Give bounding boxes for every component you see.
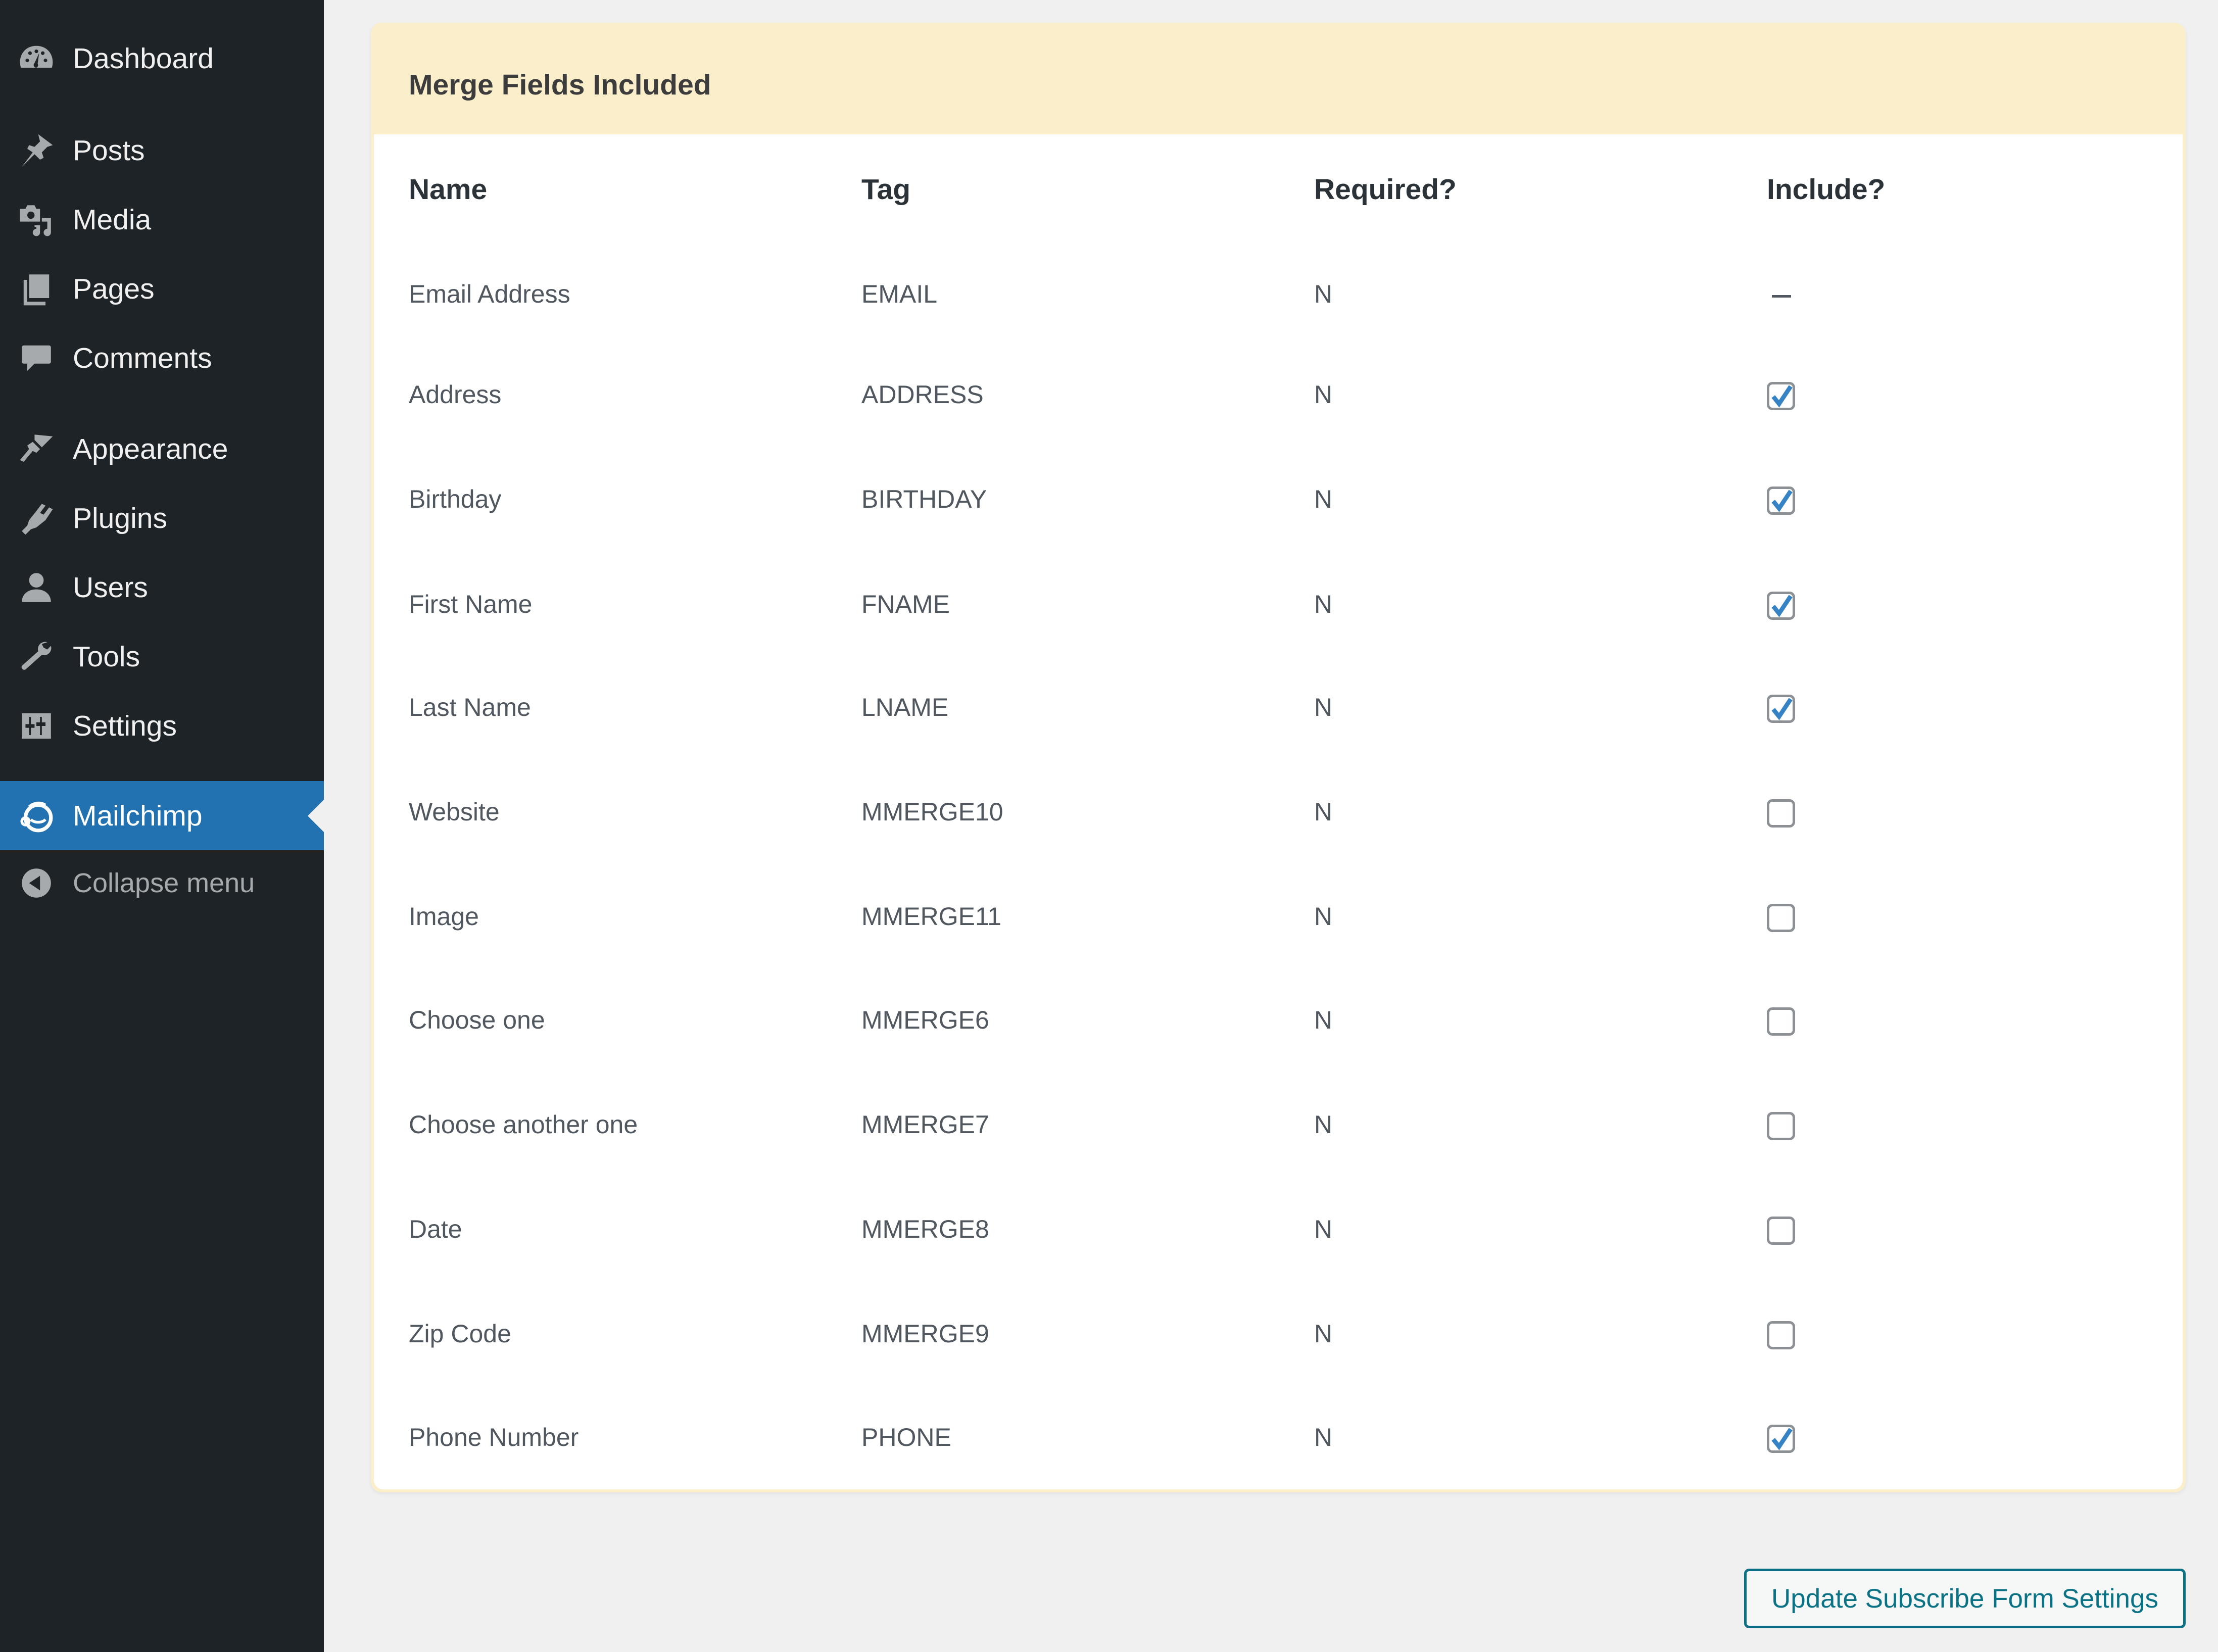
field-tag: MMERGE7 [861, 1110, 989, 1139]
media-icon [17, 201, 56, 239]
include-checkbox[interactable] [1767, 1321, 1795, 1349]
field-required: N [1314, 590, 1333, 618]
field-tag: PHONE [861, 1423, 951, 1451]
field-name: Date [409, 1215, 462, 1243]
field-tag: EMAIL [861, 280, 938, 308]
include-checkbox[interactable] [1767, 799, 1795, 828]
include-checkbox[interactable] [1767, 1112, 1795, 1140]
include-checkbox[interactable] [1767, 1217, 1795, 1245]
sidebar-item-comments[interactable]: Comments [0, 323, 324, 393]
sidebar-item-pages[interactable]: Pages [0, 254, 324, 323]
field-tag: MMERGE10 [861, 798, 1003, 826]
field-name: Email Address [409, 280, 570, 308]
pages-icon [17, 270, 56, 308]
field-tag: BIRTHDAY [861, 485, 987, 513]
plugin-icon [17, 499, 56, 538]
field-name: Image [409, 902, 479, 931]
column-header-tag: Tag [861, 173, 911, 206]
merge-fields-table: Name Tag Required? Include? Email Address EMA… [374, 134, 2183, 1489]
include-checkbox[interactable] [1767, 487, 1795, 515]
field-required: N [1314, 1423, 1333, 1451]
field-tag: LNAME [861, 693, 949, 721]
field-required: N [1314, 798, 1333, 826]
field-required: N [1314, 1110, 1333, 1139]
include-locked-dash [1772, 295, 1791, 298]
field-name: Zip Code [409, 1320, 511, 1348]
field-name: First Name [409, 590, 533, 618]
include-checkbox[interactable] [1767, 592, 1795, 620]
settings-sliders-icon [17, 707, 56, 745]
column-header-include: Include? [1767, 173, 1886, 206]
sidebar-item-mailchimp[interactable]: Mailchimp [0, 781, 324, 850]
sidebar-item-media[interactable]: Media [0, 185, 324, 254]
field-tag: MMERGE8 [861, 1215, 989, 1243]
pushpin-icon [17, 131, 56, 170]
column-header-required: Required? [1314, 173, 1457, 206]
sidebar-item-label: Comments [73, 342, 212, 374]
field-name: Choose one [409, 1006, 545, 1034]
sidebar-item-label: Plugins [73, 502, 167, 535]
include-checkbox[interactable] [1767, 1007, 1795, 1036]
card-header: Merge Fields Included [371, 23, 2186, 134]
sidebar-item-appearance[interactable]: Appearance [0, 414, 324, 483]
update-subscribe-form-settings-button[interactable]: Update Subscribe Form Settings [1744, 1569, 2186, 1628]
field-name: Choose another one [409, 1110, 638, 1139]
sidebar-item-plugins[interactable]: Plugins [0, 483, 324, 553]
field-required: N [1314, 1320, 1333, 1348]
field-tag: MMERGE6 [861, 1006, 989, 1034]
field-name: Last Name [409, 693, 531, 721]
field-required: N [1314, 693, 1333, 721]
sidebar-item-tools[interactable]: Tools [0, 622, 324, 691]
sidebar-item-label: Collapse menu [73, 867, 255, 898]
merge-fields-card: Merge Fields Included Name Tag Required? In… [371, 23, 2186, 1492]
sidebar-item-collapse-menu[interactable]: Collapse menu [0, 848, 324, 917]
field-required: N [1314, 1215, 1333, 1243]
field-name: Phone Number [409, 1423, 579, 1451]
field-required: N [1314, 902, 1333, 931]
sidebar-item-label: Media [73, 203, 152, 236]
paintbrush-icon [17, 430, 56, 468]
include-checkbox[interactable] [1767, 382, 1795, 410]
field-name: Website [409, 798, 500, 826]
user-icon [17, 568, 56, 607]
field-tag: FNAME [861, 590, 950, 618]
field-required: N [1314, 280, 1333, 308]
field-name: Address [409, 380, 502, 409]
comment-icon [17, 339, 56, 377]
sidebar-item-label: Mailchimp [73, 799, 203, 832]
sidebar-item-users[interactable]: Users [0, 553, 324, 622]
sidebar-item-label: Pages [73, 272, 155, 305]
sidebar-item-label: Users [73, 571, 148, 604]
field-tag: MMERGE9 [861, 1320, 989, 1348]
collapse-arrow-icon [17, 864, 56, 902]
sidebar-item-label: Settings [73, 709, 177, 742]
include-checkbox[interactable] [1767, 695, 1795, 723]
sidebar-item-label: Posts [73, 134, 145, 167]
sidebar-item-dashboard[interactable]: Dashboard [0, 24, 324, 93]
field-required: N [1314, 380, 1333, 409]
field-name: Birthday [409, 485, 502, 513]
card-title: Merge Fields Included [409, 69, 711, 101]
sidebar-item-label: Tools [73, 640, 140, 673]
sidebar-item-settings[interactable]: Settings [0, 691, 324, 760]
column-header-name: Name [409, 173, 488, 206]
include-checkbox[interactable] [1767, 904, 1795, 932]
dashboard-icon [17, 39, 56, 78]
admin-sidebar: Dashboard Posts Media Pages Comments Appearan… [0, 0, 324, 1652]
field-required: N [1314, 485, 1333, 513]
include-checkbox[interactable] [1767, 1425, 1795, 1453]
field-required: N [1314, 1006, 1333, 1034]
mailchimp-icon [17, 797, 56, 835]
field-tag: MMERGE11 [861, 902, 1001, 931]
sidebar-item-posts[interactable]: Posts [0, 116, 324, 185]
wrench-icon [17, 638, 56, 676]
sidebar-item-label: Dashboard [73, 42, 214, 75]
sidebar-item-label: Appearance [73, 432, 228, 465]
field-tag: ADDRESS [861, 380, 984, 409]
